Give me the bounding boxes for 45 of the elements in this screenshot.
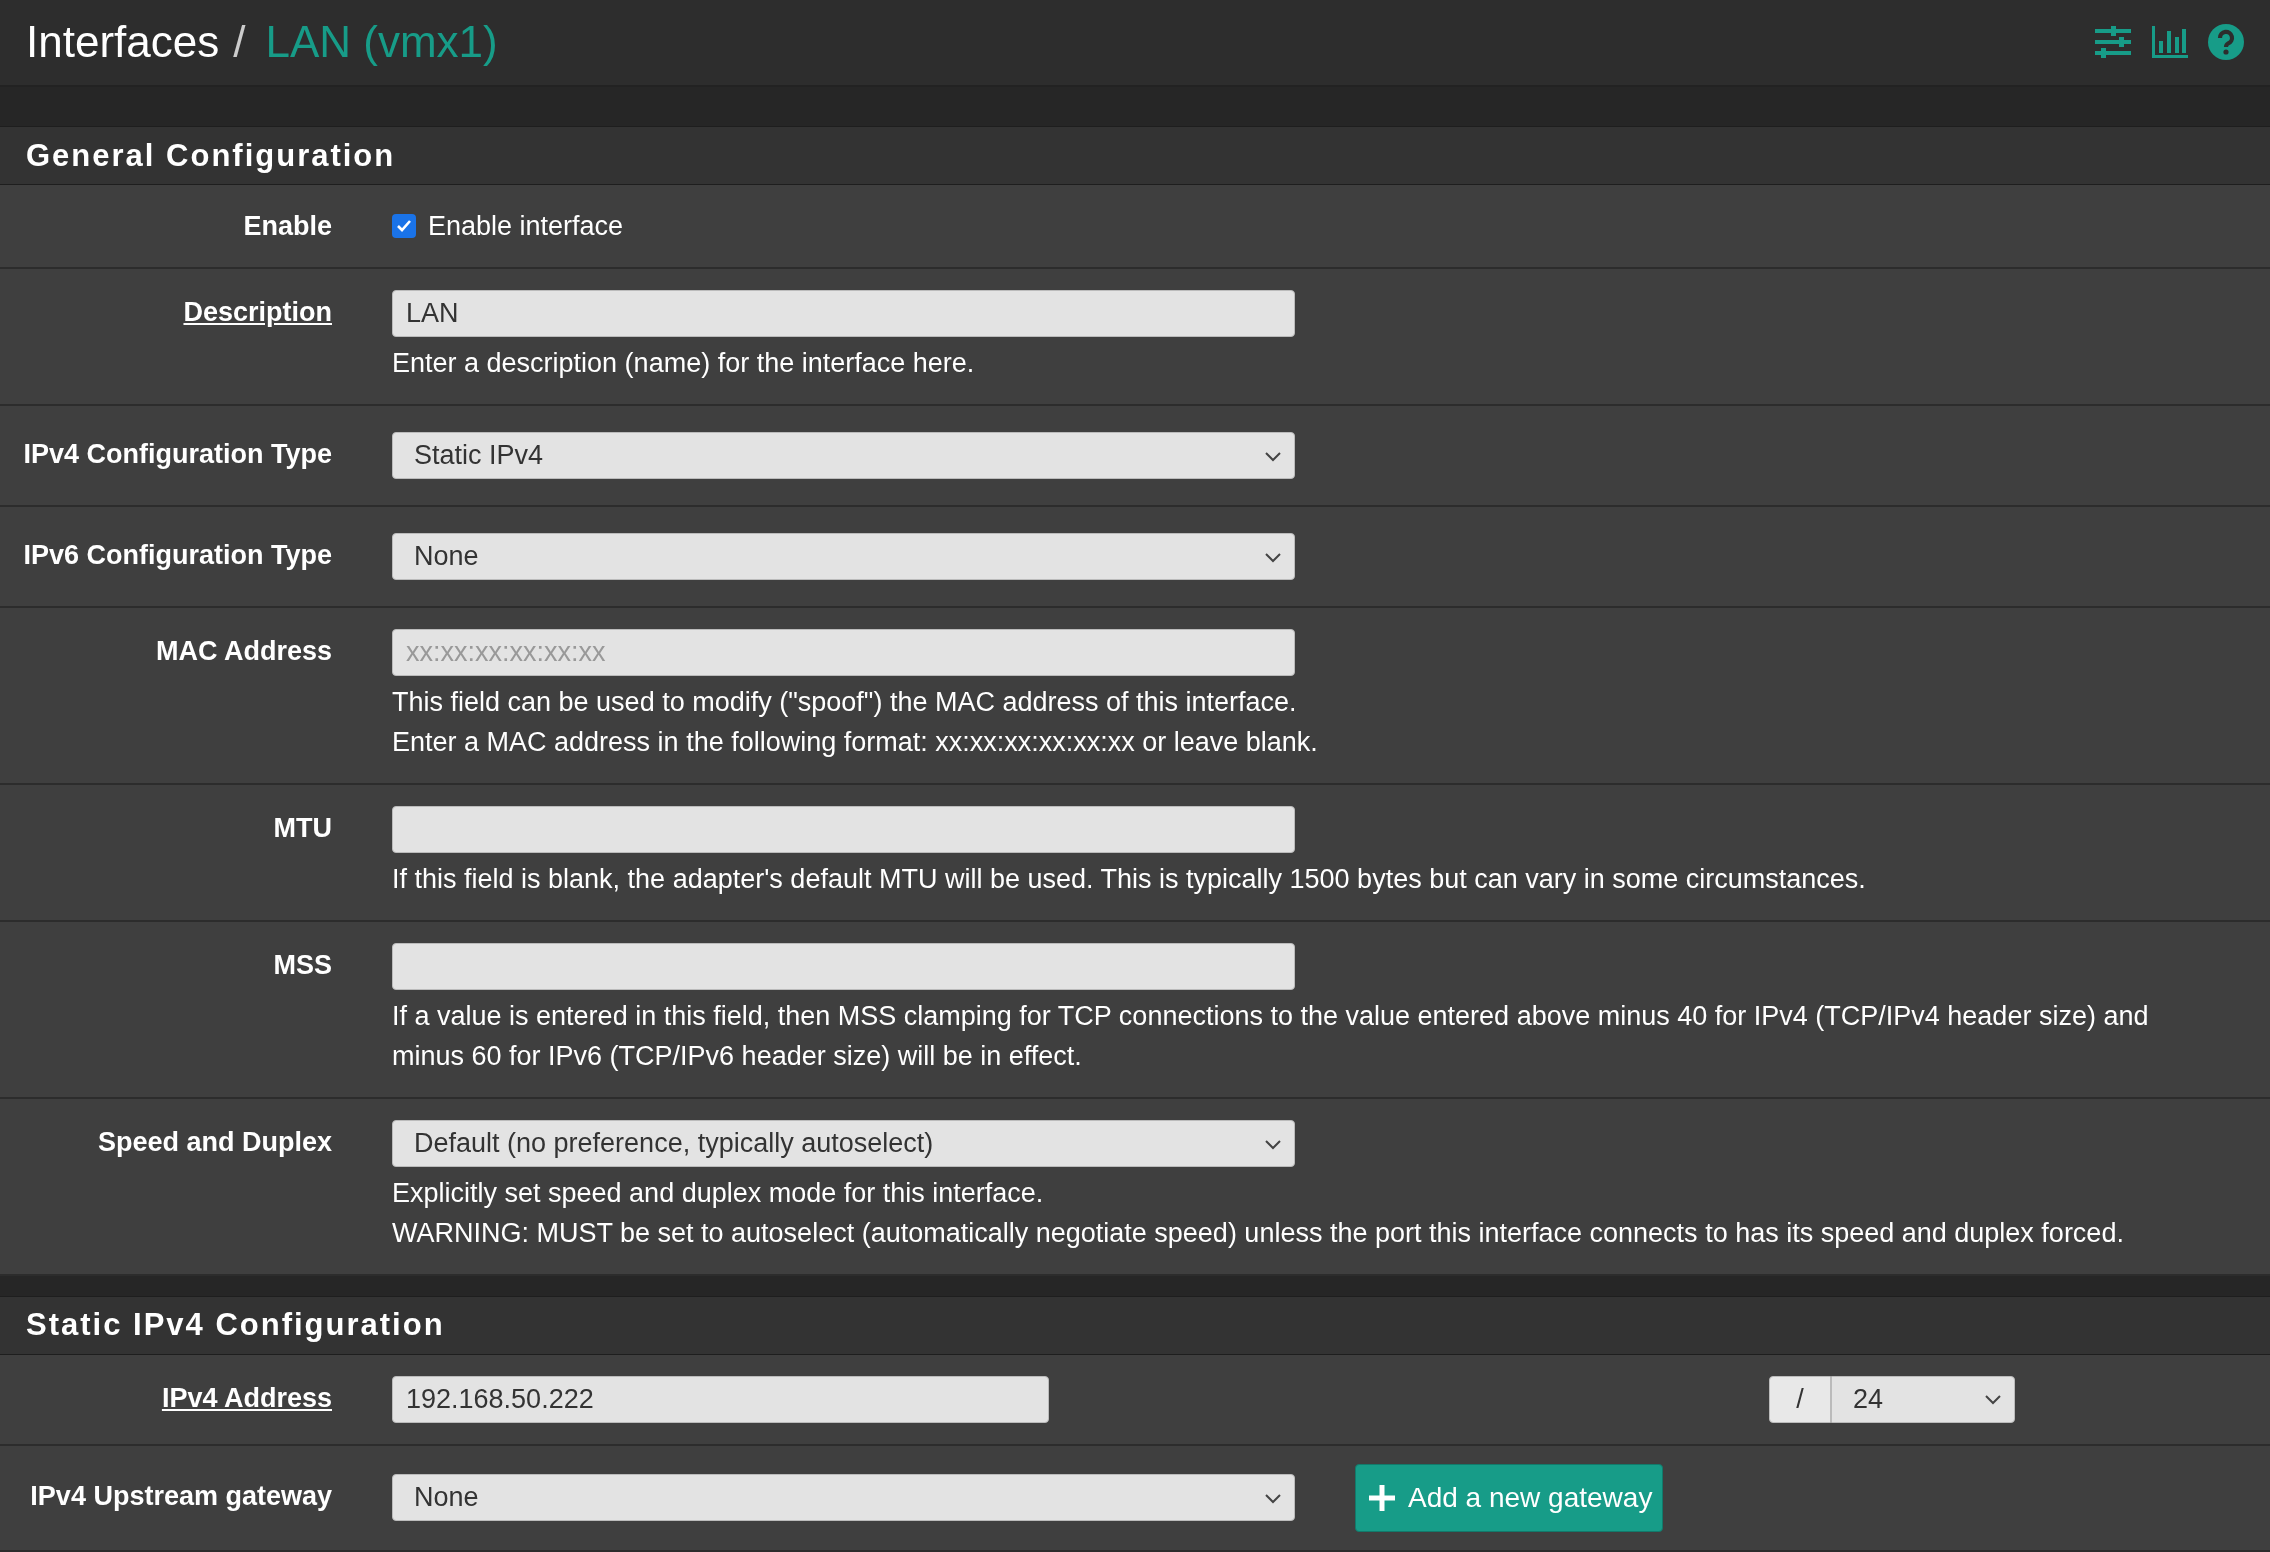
field-label: IPv6 Configuration Type bbox=[23, 540, 332, 571]
checkbox[interactable] bbox=[392, 214, 416, 239]
text-input-field[interactable]: 192.168.50.222 bbox=[392, 1376, 1049, 1423]
plus-icon bbox=[1366, 1482, 1398, 1514]
field-label: Enable bbox=[243, 211, 332, 242]
sliders-icon[interactable] bbox=[2094, 26, 2132, 59]
enable-checkbox-label[interactable]: Enable interface bbox=[392, 206, 2180, 247]
field-label: IPv4 Upstream gateway bbox=[30, 1481, 332, 1511]
text-input-field[interactable]: xx:xx:xx:xx:xx:xx bbox=[392, 629, 1295, 677]
chevron-down-icon bbox=[1264, 550, 1282, 563]
field-label: MTU bbox=[273, 813, 332, 844]
help-text: If a value is entered in this field, then MSS clamping for TCP connections to the value entered above minus 40 for IPv4 (TCP/IPv4 header size) and minus 60 for IPv6 (TCP/IPv6 header size) will be in effect. bbox=[392, 1000, 2150, 1074]
breadcrumb-current: LAN (vmx1) bbox=[265, 17, 498, 68]
dropdown-select[interactable]: None bbox=[392, 1474, 1295, 1522]
chevron-down-icon bbox=[1264, 449, 1282, 462]
dropdown-select[interactable]: None bbox=[392, 533, 1295, 581]
section-title: Static IPv4 Configuration bbox=[26, 1307, 445, 1344]
field-label: IPv4 Configuration Type bbox=[23, 439, 332, 470]
text-input-field[interactable] bbox=[392, 943, 1295, 991]
help-text: WARNING: MUST be set to autoselect (automatically negotiate speed) unless the port this interface connects to has its speed and duplex forced. bbox=[392, 1217, 2125, 1251]
help-text: Explicitly set speed and duplex mode for this interface. bbox=[392, 1177, 1045, 1211]
field-label[interactable]: IPv4 Address bbox=[161, 1383, 332, 1413]
dropdown-select[interactable]: Default (no preference, typically autoselect) bbox=[392, 1120, 1295, 1168]
slash-addon: / bbox=[1769, 1376, 1831, 1423]
check-icon bbox=[396, 219, 412, 234]
bar-chart-icon[interactable] bbox=[2152, 26, 2188, 59]
help-icon[interactable] bbox=[2208, 24, 2244, 61]
text-input-field[interactable] bbox=[392, 806, 1295, 854]
section-title: General Configuration bbox=[26, 137, 396, 174]
breadcrumb-parent[interactable]: Interfaces bbox=[26, 17, 220, 68]
help-text: Enter a description (name) for the interface here. bbox=[392, 347, 976, 381]
help-text: This field can be used to modify ("spoof") the MAC address of this interface. bbox=[392, 686, 1298, 720]
field-label: MSS bbox=[273, 950, 332, 981]
chevron-down-icon bbox=[1264, 1137, 1282, 1150]
field-label[interactable]: Description bbox=[183, 297, 332, 328]
field-label: MAC Address bbox=[155, 636, 332, 667]
dropdown-select[interactable]: Static IPv4 bbox=[392, 432, 1295, 480]
text-input-field[interactable]: LAN bbox=[392, 290, 1295, 338]
help-text: If this field is blank, the adapter's default MTU will be used. This is typically 1500 bytes but can vary in some circumstances. bbox=[392, 863, 1867, 897]
breadcrumb-separator: / bbox=[233, 17, 246, 68]
prefix-select[interactable]: 24 bbox=[1831, 1376, 2015, 1423]
chevron-down-icon bbox=[1264, 1492, 1282, 1504]
field-label: Speed and Duplex bbox=[97, 1127, 332, 1158]
help-text: Enter a MAC address in the following format: xx:xx:xx:xx:xx:xx or leave blank. bbox=[392, 726, 1319, 760]
chevron-down-icon bbox=[1984, 1393, 2002, 1406]
